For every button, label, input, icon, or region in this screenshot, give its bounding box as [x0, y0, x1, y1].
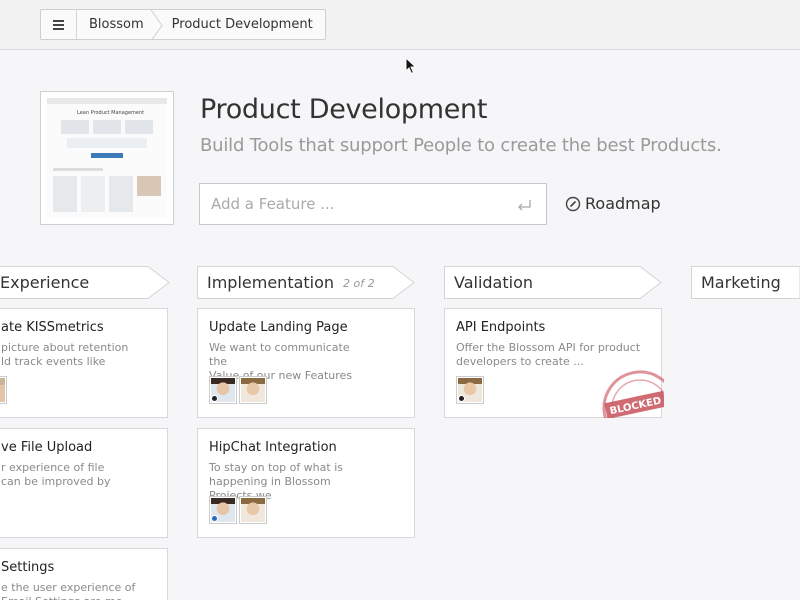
avatar[interactable] [239, 376, 267, 404]
feature-card[interactable]: ate KISSmetrics picture about retention … [0, 308, 168, 418]
avatar[interactable] [209, 376, 237, 404]
card-title: Settings [1, 560, 55, 575]
column-name: Marketing [701, 273, 781, 292]
feature-card[interactable]: HipChat Integration To stay on top of wh… [197, 428, 415, 538]
top-bar: Blossom Product Development [0, 0, 800, 50]
mouse-cursor-icon [405, 57, 417, 75]
page-subtitle: Build Tools that support People to creat… [200, 135, 722, 156]
card-avatars [456, 376, 484, 404]
avatar[interactable] [456, 376, 484, 404]
thumbnail-title: Lean Product Management [77, 110, 145, 116]
feature-card[interactable]: Settings e the user experience of Email … [0, 548, 168, 600]
column-header-marketing[interactable]: Marketing [691, 266, 800, 299]
avatar[interactable] [209, 496, 237, 524]
breadcrumb-item-product-development[interactable]: Product Development [162, 10, 325, 39]
card-description: e the user experience of Email Settings … [1, 581, 136, 600]
roadmap-link[interactable]: Roadmap [565, 194, 661, 213]
card-avatars [209, 496, 267, 524]
column-header-implementation[interactable]: Implementation 2 of 2 [197, 266, 415, 299]
column-name: Experience [0, 273, 90, 292]
column-name: Validation [454, 273, 534, 292]
column-count: 2 of 2 [343, 277, 375, 290]
card-title: Update Landing Page [209, 320, 348, 335]
blocked-stamp: BLOCKED [602, 370, 664, 418]
thumbnail-preview: Lean Product Management [47, 98, 167, 218]
card-description: r experience of file can be improved by [1, 461, 111, 488]
card-title: HipChat Integration [209, 440, 337, 455]
card-title: ve File Upload [1, 440, 93, 455]
card-title: ate KISSmetrics [1, 320, 104, 335]
status-icon [211, 395, 218, 402]
breadcrumb-item-blossom[interactable]: Blossom [77, 10, 163, 39]
breadcrumb: Blossom Product Development [40, 9, 326, 40]
add-feature-input[interactable] [199, 183, 547, 225]
breadcrumb-label: Product Development [171, 17, 313, 32]
menu-button[interactable] [41, 10, 77, 39]
card-avatars [209, 376, 267, 404]
menu-icon [53, 19, 64, 30]
column-header-experience[interactable]: Experience [0, 266, 170, 299]
page-title: Product Development [200, 94, 488, 125]
compass-icon [565, 196, 581, 211]
breadcrumb-label: Blossom [89, 17, 144, 32]
feature-card[interactable]: Update Landing Page We want to communica… [197, 308, 415, 418]
column-name: Implementation [207, 273, 335, 292]
card-title: API Endpoints [456, 320, 546, 335]
enter-icon [518, 200, 531, 211]
avatar[interactable] [239, 496, 267, 524]
feature-card[interactable]: ve File Upload r experience of file can … [0, 428, 168, 538]
card-avatars [0, 376, 7, 404]
project-thumbnail[interactable]: Lean Product Management [40, 91, 174, 225]
column-header-validation[interactable]: Validation [444, 266, 662, 299]
avatar[interactable] [0, 376, 7, 404]
roadmap-label: Roadmap [585, 194, 661, 213]
card-description: Offer the Blossom API for product develo… [456, 341, 641, 368]
card-description: picture about retention ld track events … [1, 341, 129, 368]
status-icon [458, 395, 465, 402]
status-icon [211, 515, 218, 522]
